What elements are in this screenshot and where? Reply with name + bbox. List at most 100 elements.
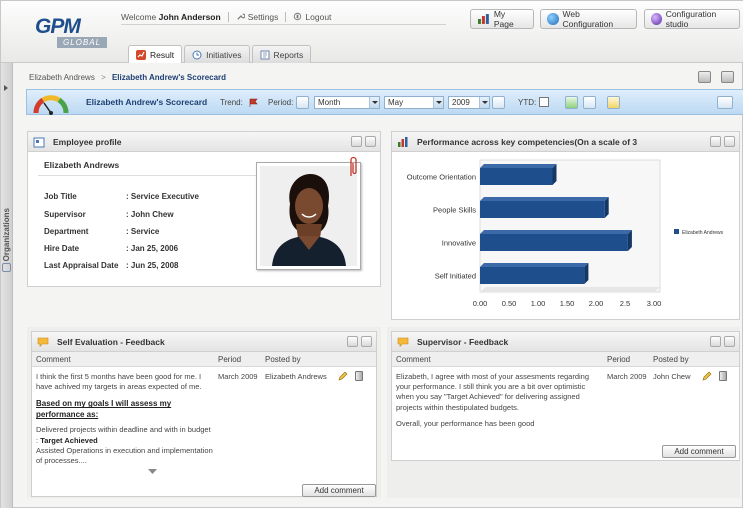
category-label: Innovative bbox=[442, 239, 476, 248]
x-tick-label: 0.50 bbox=[502, 299, 517, 308]
period-select-arrow bbox=[368, 96, 381, 109]
col-comment: Comment bbox=[396, 355, 431, 364]
x-tick-label: 2.5 bbox=[620, 299, 630, 308]
gpm-logo: GPM GLOBAL bbox=[31, 15, 111, 49]
user-strip: Welcome John Anderson Settings Logout bbox=[121, 9, 446, 25]
profile-card-icon bbox=[33, 137, 45, 147]
employee-name: Elizabeth Andrews bbox=[44, 160, 120, 170]
bar-people-skills bbox=[480, 201, 605, 218]
supervisor-maximize-button[interactable] bbox=[724, 336, 735, 347]
x-tick-label: 3.00 bbox=[647, 299, 662, 308]
wrench-icon bbox=[237, 13, 245, 20]
supervisor-period: March 2009 bbox=[607, 372, 647, 381]
app-header: GPM GLOBAL Welcome John Anderson Setting… bbox=[1, 1, 743, 63]
paperclip-icon bbox=[350, 156, 357, 176]
supervisor-add-comment-button[interactable]: Add comment bbox=[662, 445, 736, 458]
performance-header: Performance across key competencies(On a… bbox=[392, 132, 739, 152]
month-select[interactable]: May bbox=[384, 96, 444, 109]
home-button[interactable] bbox=[717, 96, 733, 109]
supervisor-feedback-header: Supervisor - Feedback bbox=[392, 332, 739, 352]
organizations-rail[interactable]: Organizations bbox=[1, 63, 13, 508]
supervisor-posted-by: John Chew bbox=[653, 372, 691, 381]
info-button[interactable] bbox=[607, 96, 620, 109]
breadcrumb-parent[interactable]: Elizabeth Andrews bbox=[29, 73, 95, 82]
x-tick-label: 1.50 bbox=[560, 299, 575, 308]
expand-arrow-icon[interactable] bbox=[4, 85, 8, 91]
ytd-label: YTD: bbox=[518, 98, 537, 107]
period-label: Period: bbox=[268, 98, 294, 107]
employee-photo-frame bbox=[256, 162, 361, 270]
scorecard-toolbar: Elizabeth Andrew's Scorecard Trend: Peri… bbox=[26, 89, 743, 115]
supervisor-edit-button[interactable] bbox=[710, 336, 721, 347]
breadcrumb-current: Elizabeth Andrew's Scorecard bbox=[111, 73, 227, 82]
delete-bin-icon[interactable] bbox=[719, 371, 727, 381]
self-edit-button[interactable] bbox=[347, 336, 358, 347]
bar-top-face bbox=[480, 197, 609, 201]
self-comment: I think the first 5 months have been goo… bbox=[36, 372, 213, 466]
category-label: Self Initiated bbox=[435, 272, 476, 281]
profile-edit-button[interactable] bbox=[351, 136, 362, 147]
app-window: GPM GLOBAL Welcome John Anderson Setting… bbox=[0, 0, 743, 508]
org-tree-icon[interactable] bbox=[2, 263, 11, 272]
employee-profile-header: Employee profile bbox=[28, 132, 380, 152]
chart-edit-button[interactable] bbox=[710, 136, 721, 147]
my-page-button[interactable]: My Page bbox=[470, 9, 534, 29]
bar-innovative bbox=[480, 234, 628, 251]
profile-row-hire-date: Hire Date: Jan 25, 2006 bbox=[44, 244, 179, 253]
supervisor-comment: Elizabeth, I agree with most of your ass… bbox=[396, 372, 590, 428]
edit-pencil-icon[interactable] bbox=[338, 371, 348, 381]
tab-result[interactable]: Result bbox=[128, 45, 183, 63]
tab-reports[interactable]: Reports bbox=[251, 45, 312, 63]
self-evaluation-title: Self Evaluation - Feedback bbox=[57, 336, 165, 347]
page-actions bbox=[698, 71, 734, 83]
add-green-button[interactable] bbox=[565, 96, 578, 109]
employee-profile-panel: Employee profile Elizabeth Andrews Job T… bbox=[27, 131, 381, 287]
main-tabs: Result Initiatives Reports bbox=[128, 45, 313, 63]
period-prev-button[interactable] bbox=[296, 96, 309, 109]
web-configuration-button[interactable]: Web Configuration bbox=[540, 9, 637, 29]
configuration-studio-button[interactable]: Configuration studio bbox=[644, 9, 740, 29]
year-select[interactable]: 2009 bbox=[448, 96, 490, 109]
settings-link[interactable]: Settings bbox=[236, 12, 278, 22]
col-comment: Comment bbox=[36, 355, 71, 364]
self-evaluation-panel: Self Evaluation - Feedback Comment Perio… bbox=[31, 331, 377, 497]
profile-maximize-button[interactable] bbox=[365, 136, 376, 147]
globe-icon bbox=[547, 13, 559, 25]
report-icon bbox=[260, 50, 270, 59]
logout-icon bbox=[294, 12, 302, 20]
period-next-button[interactable] bbox=[492, 96, 505, 109]
x-tick-label: 2.00 bbox=[589, 299, 604, 308]
profile-row-supervisor: Supervisor: John Chew bbox=[44, 210, 174, 219]
edit-pencil-icon[interactable] bbox=[702, 371, 712, 381]
expand-chevron-icon[interactable] bbox=[148, 469, 157, 475]
logout-link[interactable]: Logout bbox=[293, 12, 331, 22]
employee-photo bbox=[260, 166, 357, 266]
export-icon[interactable] bbox=[698, 71, 711, 83]
scorecard-title: Elizabeth Andrew's Scorecard bbox=[86, 97, 208, 107]
profile-row-job-title: Job Title: Service Executive bbox=[44, 192, 199, 201]
user-name: John Anderson bbox=[158, 11, 221, 22]
tab-initiatives[interactable]: Initiatives bbox=[184, 45, 250, 63]
clock-icon bbox=[192, 50, 202, 59]
self-add-comment-button[interactable]: Add comment bbox=[302, 484, 376, 497]
gauge-icon bbox=[33, 95, 69, 115]
bar-top-face bbox=[480, 230, 632, 234]
edit-pencil-button[interactable] bbox=[583, 96, 596, 109]
print-icon[interactable] bbox=[721, 71, 734, 83]
delete-bin-icon[interactable] bbox=[355, 371, 363, 381]
ytd-checkbox[interactable] bbox=[539, 97, 549, 107]
bar-outcome-orientation bbox=[480, 168, 553, 185]
speech-bubble-icon bbox=[397, 337, 409, 347]
col-posted-by: Posted by bbox=[265, 355, 301, 364]
x-tick-label: 1.00 bbox=[531, 299, 546, 308]
x-tick-label: 0.00 bbox=[473, 299, 488, 308]
chart-icon bbox=[477, 14, 489, 24]
supervisor-feedback-panel: Supervisor - Feedback Comment Period Pos… bbox=[391, 331, 740, 461]
studio-icon bbox=[651, 13, 662, 25]
col-posted-by: Posted by bbox=[653, 355, 689, 364]
category-label: Outcome Orientation bbox=[407, 173, 476, 182]
self-maximize-button[interactable] bbox=[361, 336, 372, 347]
chart-maximize-button[interactable] bbox=[724, 136, 735, 147]
trend-flag-icon bbox=[249, 98, 258, 107]
profile-row-department: Department: Service bbox=[44, 227, 160, 236]
